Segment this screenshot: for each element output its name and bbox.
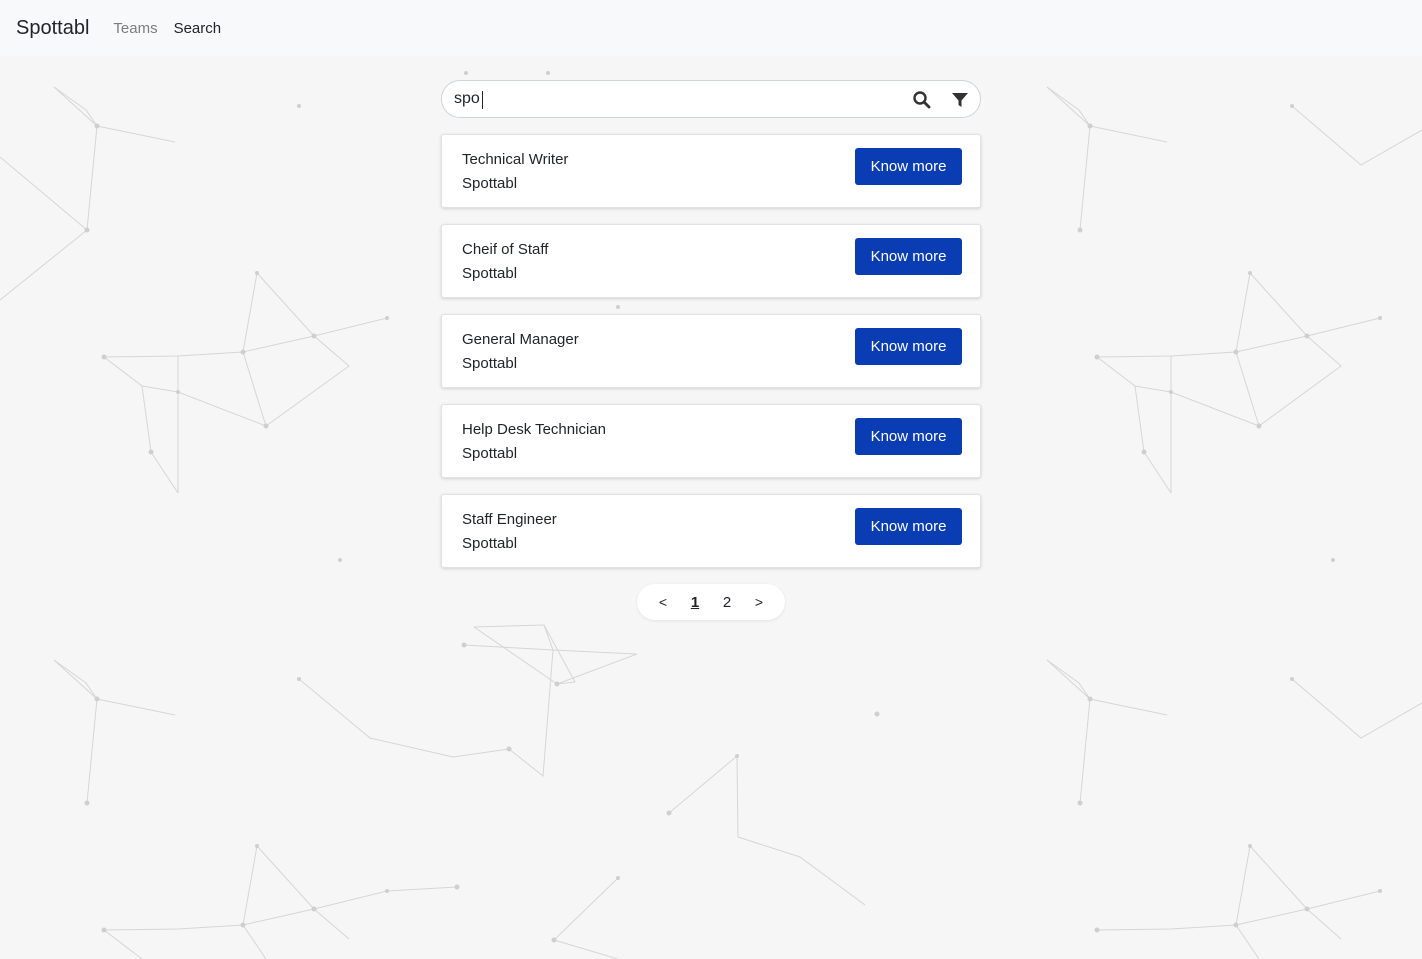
company-name: Spottabl	[462, 265, 518, 282]
prev-page-button[interactable]: <	[647, 594, 679, 610]
pagination: < 1 2 >	[637, 584, 785, 620]
top-navbar: Spottabl Teams Search	[0, 0, 1422, 56]
result-card: General Manager Spottabl Know more	[441, 314, 981, 388]
job-title: Staff Engineer	[462, 511, 557, 528]
search-input[interactable]	[454, 84, 894, 114]
know-more-button[interactable]: Know more	[855, 148, 962, 185]
know-more-button[interactable]: Know more	[855, 418, 962, 455]
company-name: Spottabl	[462, 535, 518, 552]
result-card: Help Desk Technician Spottabl Know more	[441, 404, 981, 478]
filter-icon[interactable]	[950, 90, 970, 110]
company-name: Spottabl	[462, 445, 518, 462]
text-caret	[482, 91, 483, 109]
job-title: Help Desk Technician	[462, 421, 606, 438]
next-page-button[interactable]: >	[743, 594, 775, 610]
job-title: General Manager	[462, 331, 579, 348]
page: Spottabl Teams Search Technical Writer S…	[0, 0, 1422, 959]
pagination-wrapper: < 1 2 >	[441, 584, 981, 620]
page-1-button[interactable]: 1	[679, 594, 711, 611]
search-bar	[441, 80, 981, 118]
job-title: Cheif of Staff	[462, 241, 549, 258]
nav-link-teams[interactable]: Teams	[105, 20, 165, 37]
company-name: Spottabl	[462, 355, 518, 372]
job-title: Technical Writer	[462, 151, 569, 168]
result-card: Technical Writer Spottabl Know more	[441, 134, 981, 208]
know-more-button[interactable]: Know more	[855, 238, 962, 275]
know-more-button[interactable]: Know more	[855, 508, 962, 545]
result-card: Cheif of Staff Spottabl Know more	[441, 224, 981, 298]
search-results-panel: Technical Writer Spottabl Know more Chei…	[441, 80, 981, 620]
result-card: Staff Engineer Spottabl Know more	[441, 494, 981, 568]
page-2-button[interactable]: 2	[711, 594, 743, 611]
brand-logo-text[interactable]: Spottabl	[16, 17, 89, 40]
search-icon[interactable]	[912, 90, 932, 110]
nav-link-search[interactable]: Search	[166, 20, 230, 37]
company-name: Spottabl	[462, 175, 518, 192]
know-more-button[interactable]: Know more	[855, 328, 962, 365]
